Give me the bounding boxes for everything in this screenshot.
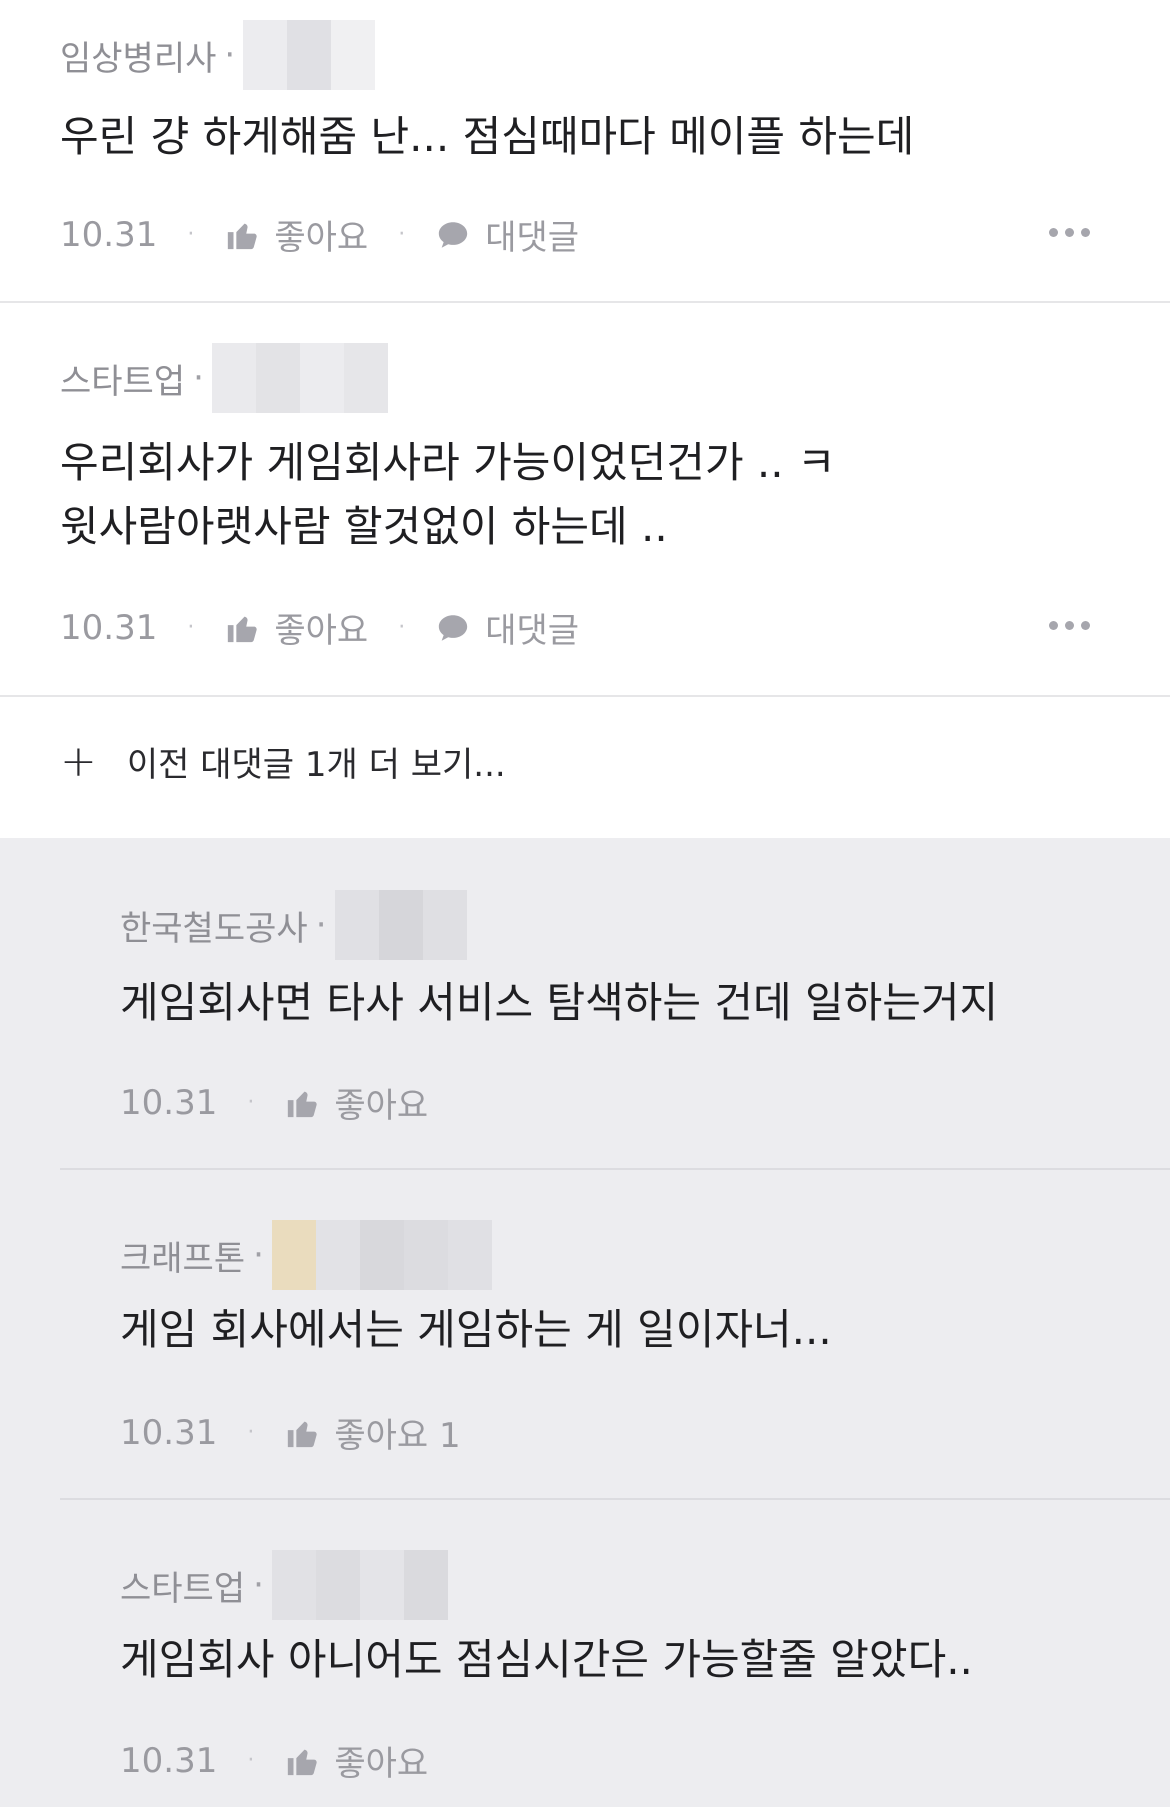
reply-date: 10.31 <box>120 1740 218 1781</box>
speech-bubble-icon <box>439 221 468 248</box>
like-label: 좋아요 1 <box>334 1416 461 1456</box>
more-options-icon[interactable] <box>1049 228 1090 237</box>
separator: · <box>315 905 327 945</box>
comment-text-line: 우리회사가 게임회사라 가능이었던건가 .. ㅋ <box>60 438 836 487</box>
separator: · <box>247 1420 255 1445</box>
replies-section: 한국철도공사 · 게임회사면 타사 서비스 탐색하는 건데 일하는거지 10.3… <box>0 838 1170 1807</box>
like-button[interactable]: 좋아요 1 <box>284 1408 461 1457</box>
blurred-nickname <box>271 1220 492 1290</box>
thumbs-up-icon <box>228 616 258 642</box>
like-label: 좋아요 <box>274 218 369 258</box>
reply-button[interactable]: 대댓글 <box>435 603 579 652</box>
reply-actions: 10.31 · 좋아요 <box>120 1736 428 1785</box>
comment-author: 스타트업 · <box>60 343 388 413</box>
reply-text: 게임 회사에서는 게임하는 게 일이자너... <box>120 1305 832 1354</box>
reply: 스타트업 · 게임회사 아니어도 점심시간은 가능할줄 알았다.. 10.31 … <box>60 1500 1170 1807</box>
thumbs-up-icon <box>228 223 258 249</box>
load-more-label: 이전 대댓글 1개 더 보기... <box>126 745 506 785</box>
like-button[interactable]: 좋아요 <box>284 1078 428 1127</box>
separator: · <box>253 1565 264 1605</box>
comment-date: 10.31 <box>60 214 158 255</box>
comment: 스타트업 · 우리회사가 게임회사라 가능이었던건가 .. ㅋ 윗사람아랫사람 … <box>0 303 1170 697</box>
company-name: 스타트업 <box>60 361 186 402</box>
comment-actions: 10.31 · 좋아요 · 대댓글 <box>60 210 579 259</box>
comment-text: 우린 걍 하게해줌 난... 점심때마다 메이플 하는데 <box>60 105 914 169</box>
reply-label: 대댓글 <box>485 218 580 258</box>
reply-button[interactable]: 대댓글 <box>435 210 579 259</box>
like-button[interactable]: 좋아요 <box>224 210 368 259</box>
like-button[interactable]: 좋아요 <box>224 603 368 652</box>
comment-date: 10.31 <box>60 607 158 648</box>
separator: · <box>187 222 195 247</box>
like-label: 좋아요 <box>274 611 369 651</box>
company-name: 임상병리사 <box>60 38 217 79</box>
company-name: 크래프톤 <box>120 1238 246 1279</box>
load-more-replies: + 이전 대댓글 1개 더 보기... <box>0 697 1170 840</box>
comment-text-line: 우린 걍 하게해줌 난... 점심때마다 메이플 하는데 <box>60 112 915 161</box>
reply-label: 대댓글 <box>485 611 580 651</box>
reply-text: 게임회사면 타사 서비스 탐색하는 건데 일하는거지 <box>120 978 999 1027</box>
like-label: 좋아요 <box>334 1086 429 1126</box>
separator: · <box>247 1090 255 1115</box>
thumbs-up-icon <box>288 1091 318 1117</box>
reply-text: 게임회사 아니어도 점심시간은 가능할줄 알았다.. <box>120 1635 973 1684</box>
like-label: 좋아요 <box>334 1744 429 1784</box>
blurred-nickname <box>271 1550 448 1620</box>
load-more-replies-button[interactable]: + 이전 대댓글 1개 더 보기... <box>60 737 506 786</box>
reply-author: 스타트업 · <box>120 1550 448 1620</box>
reply: 한국철도공사 · 게임회사면 타사 서비스 탐색하는 건데 일하는거지 10.3… <box>60 838 1170 1168</box>
separator: · <box>247 1748 255 1773</box>
separator: · <box>193 358 204 398</box>
reply: 크래프톤 · 게임 회사에서는 게임하는 게 일이자너... 10.31 · 좋… <box>60 1170 1170 1498</box>
reply-actions: 10.31 · 좋아요 <box>120 1078 428 1127</box>
reply-date: 10.31 <box>120 1082 218 1123</box>
like-button[interactable]: 좋아요 <box>284 1736 428 1785</box>
comment-text: 우리회사가 게임회사라 가능이었던건가 .. ㅋ 윗사람아랫사람 할것없이 하는… <box>60 431 836 559</box>
separator: · <box>398 222 406 247</box>
company-name: 한국철도공사 <box>120 908 308 949</box>
comment-author: 임상병리사 · <box>60 20 376 90</box>
separator: · <box>224 35 236 75</box>
separator: · <box>187 615 195 640</box>
blurred-nickname <box>211 343 388 413</box>
reply-date: 10.31 <box>120 1412 218 1453</box>
separator: · <box>398 615 406 640</box>
reply-author: 크래프톤 · <box>120 1220 492 1290</box>
separator: · <box>253 1235 264 1275</box>
blurred-nickname <box>334 890 467 960</box>
comment-actions: 10.31 · 좋아요 · 대댓글 <box>60 603 579 652</box>
reply-actions: 10.31 · 좋아요 1 <box>120 1408 461 1457</box>
more-options-icon[interactable] <box>1049 621 1090 630</box>
thumbs-up-icon <box>288 1749 318 1775</box>
blurred-nickname <box>243 20 376 90</box>
speech-bubble-icon <box>439 614 468 641</box>
company-name: 스타트업 <box>120 1568 246 1609</box>
comment: 임상병리사 · 우린 걍 하게해줌 난... 점심때마다 메이플 하는데 10.… <box>0 0 1170 303</box>
reply-author: 한국철도공사 · <box>120 890 467 960</box>
plus-icon: + <box>60 735 97 787</box>
thumbs-up-icon <box>288 1421 318 1447</box>
comment-text-line: 윗사람아랫사람 할것없이 하는데 .. <box>60 502 668 551</box>
